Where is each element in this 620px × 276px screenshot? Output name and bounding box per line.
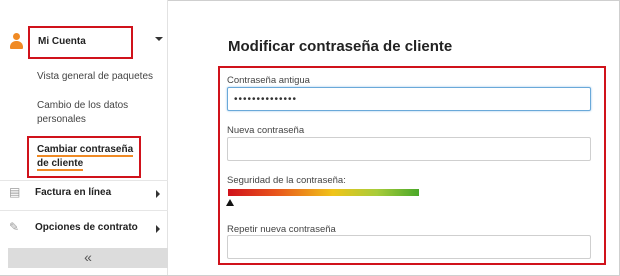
sidebar-item-label: Factura en línea: [35, 187, 112, 198]
new-password-label: Nueva contraseña: [227, 125, 305, 136]
document-icon: ▤: [9, 185, 21, 199]
password-strength-label: Seguridad de la contraseña:: [227, 175, 346, 186]
old-password-label: Contraseña antigua: [227, 75, 310, 86]
password-strength-meter: [228, 189, 419, 196]
chevron-down-icon[interactable]: [155, 37, 163, 41]
old-password-input[interactable]: [227, 87, 591, 111]
sidebar-subitem-change-password[interactable]: Cambiar contraseña de cliente: [37, 143, 141, 171]
new-password-input[interactable]: [227, 137, 591, 161]
sidebar-item-invoice[interactable]: ▤ Factura en línea: [0, 181, 168, 207]
sidebar: Mi Cuenta Vista general de paquetes Camb…: [0, 0, 168, 276]
chevron-right-icon: [156, 190, 160, 198]
sidebar-item-label: Opciones de contrato: [35, 222, 138, 233]
sidebar-subitem-change-password-label: Cambiar contraseña de cliente: [37, 144, 134, 171]
page-title: Modificar contraseña de cliente: [228, 38, 453, 55]
active-item-highlight: Cambiar contraseña de cliente: [27, 136, 141, 178]
divider: [0, 210, 168, 211]
edit-icon: ✎: [9, 220, 20, 234]
strength-indicator-icon: [226, 199, 234, 206]
sidebar-subitem-change-personal-data[interactable]: Cambio de los datos personales: [37, 99, 147, 127]
person-icon: [9, 33, 23, 49]
sidebar-subitem-packages-overview[interactable]: Vista general de paquetes: [37, 70, 153, 84]
sidebar-item-label: Mi Cuenta: [38, 36, 86, 47]
sidebar-item-account[interactable]: Mi Cuenta: [0, 26, 168, 60]
account-highlight: Mi Cuenta: [28, 26, 133, 59]
chevron-right-icon: [156, 225, 160, 233]
collapse-sidebar-button[interactable]: «: [8, 248, 168, 268]
repeat-password-input[interactable]: [227, 235, 591, 259]
sidebar-item-contract-options[interactable]: ✎ Opciones de contrato: [0, 216, 168, 242]
repeat-password-label: Repetir nueva contraseña: [227, 224, 336, 235]
